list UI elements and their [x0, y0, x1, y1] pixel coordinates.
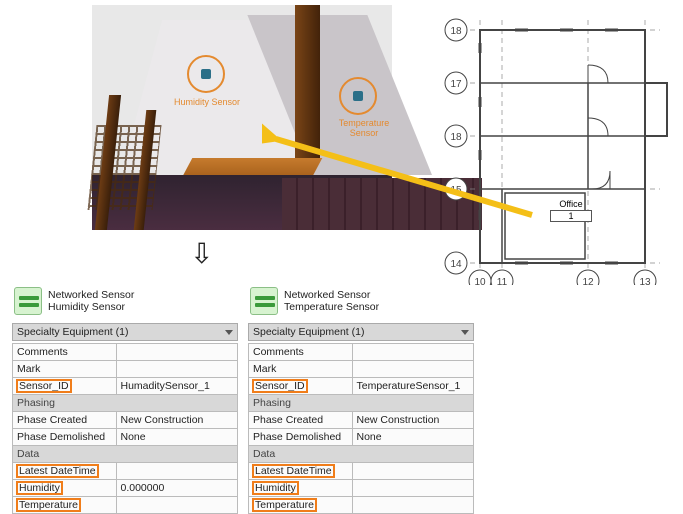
svg-text:15: 15 [450, 185, 462, 196]
humidity-sensor-label: Humidity Sensor [167, 97, 247, 107]
door [295, 5, 320, 160]
prop-key: Comments [249, 344, 353, 361]
prop-val[interactable]: New Construction [116, 412, 238, 429]
section-header: Phasing [13, 395, 238, 412]
svg-text:18: 18 [450, 26, 462, 37]
room-tag: Office 1 [550, 199, 592, 222]
svg-text:11: 11 [497, 277, 508, 285]
prop-val[interactable]: New Construction [352, 412, 474, 429]
property-table: Comments Mark Sensor_ID TemperatureSenso… [248, 343, 474, 514]
prop-val[interactable] [116, 344, 238, 361]
room-tag-number: 1 [550, 210, 592, 222]
panel-family: Networked Sensor [284, 289, 379, 301]
temperature-sensor-callout [339, 77, 377, 115]
prop-key: Humidity [13, 480, 117, 497]
svg-text:13: 13 [639, 277, 651, 285]
category-selector[interactable]: Specialty Equipment (1) [12, 323, 238, 341]
prop-val[interactable]: None [352, 429, 474, 446]
prop-key: Phase Demolished [13, 429, 117, 446]
prop-val[interactable] [352, 480, 474, 497]
property-table: Comments Mark Sensor_ID HumaditySensor_1… [12, 343, 238, 514]
floor-plan: 18 17 18 15 14 10 11 12 13 [420, 5, 675, 285]
section-header: Data [249, 446, 474, 463]
svg-text:12: 12 [582, 277, 594, 285]
section-header: Data [13, 446, 238, 463]
prop-key: Phase Created [249, 412, 353, 429]
prop-val[interactable] [116, 361, 238, 378]
room-tag-label: Office [550, 199, 592, 209]
svg-text:10: 10 [474, 277, 486, 285]
panel-family: Networked Sensor [48, 289, 134, 301]
prop-key: Temperature [249, 497, 353, 514]
temperature-sensor-label: Temperature Sensor [324, 118, 404, 138]
section-header: Phasing [249, 395, 474, 412]
room-3d-view: Humidity Sensor Temperature Sensor [92, 5, 392, 230]
properties-panel-temperature: Networked Sensor Temperature Sensor Spec… [248, 283, 474, 514]
prop-val[interactable]: None [116, 429, 238, 446]
svg-text:17: 17 [450, 79, 462, 90]
prop-val[interactable] [116, 463, 238, 480]
category-selector-label: Specialty Equipment (1) [253, 326, 364, 338]
svg-text:18: 18 [450, 132, 462, 143]
prop-key: Latest DateTime [13, 463, 117, 480]
prop-key: Mark [13, 361, 117, 378]
prop-val[interactable]: 0.000000 [116, 480, 238, 497]
prop-key: Comments [13, 344, 117, 361]
prop-val[interactable]: TemperatureSensor_1 [352, 378, 474, 395]
prop-key: Sensor_ID [13, 378, 117, 395]
prop-key: Sensor_ID [249, 378, 353, 395]
prop-val[interactable]: HumaditySensor_1 [116, 378, 238, 395]
humidity-sensor-callout [187, 55, 225, 93]
chevron-down-icon [461, 330, 469, 335]
prop-key: Humidity [249, 480, 353, 497]
prop-key: Temperature [13, 497, 117, 514]
prop-key: Phase Created [13, 412, 117, 429]
down-arrow-icon: ⇩ [190, 237, 213, 270]
prop-val[interactable] [352, 344, 474, 361]
category-selector[interactable]: Specialty Equipment (1) [248, 323, 474, 341]
prop-val[interactable] [352, 463, 474, 480]
prop-key: Latest DateTime [249, 463, 353, 480]
svg-text:14: 14 [450, 259, 462, 270]
prop-val[interactable] [116, 497, 238, 514]
panel-type: Temperature Sensor [284, 301, 379, 313]
category-selector-label: Specialty Equipment (1) [17, 326, 128, 338]
prop-key: Mark [249, 361, 353, 378]
chevron-down-icon [225, 330, 233, 335]
panel-type: Humidity Sensor [48, 301, 134, 313]
sensor-family-icon [14, 287, 42, 315]
properties-panel-humidity: Networked Sensor Humidity Sensor Special… [12, 283, 238, 514]
prop-key: Phase Demolished [249, 429, 353, 446]
prop-val[interactable] [352, 361, 474, 378]
sensor-family-icon [250, 287, 278, 315]
prop-val[interactable] [352, 497, 474, 514]
